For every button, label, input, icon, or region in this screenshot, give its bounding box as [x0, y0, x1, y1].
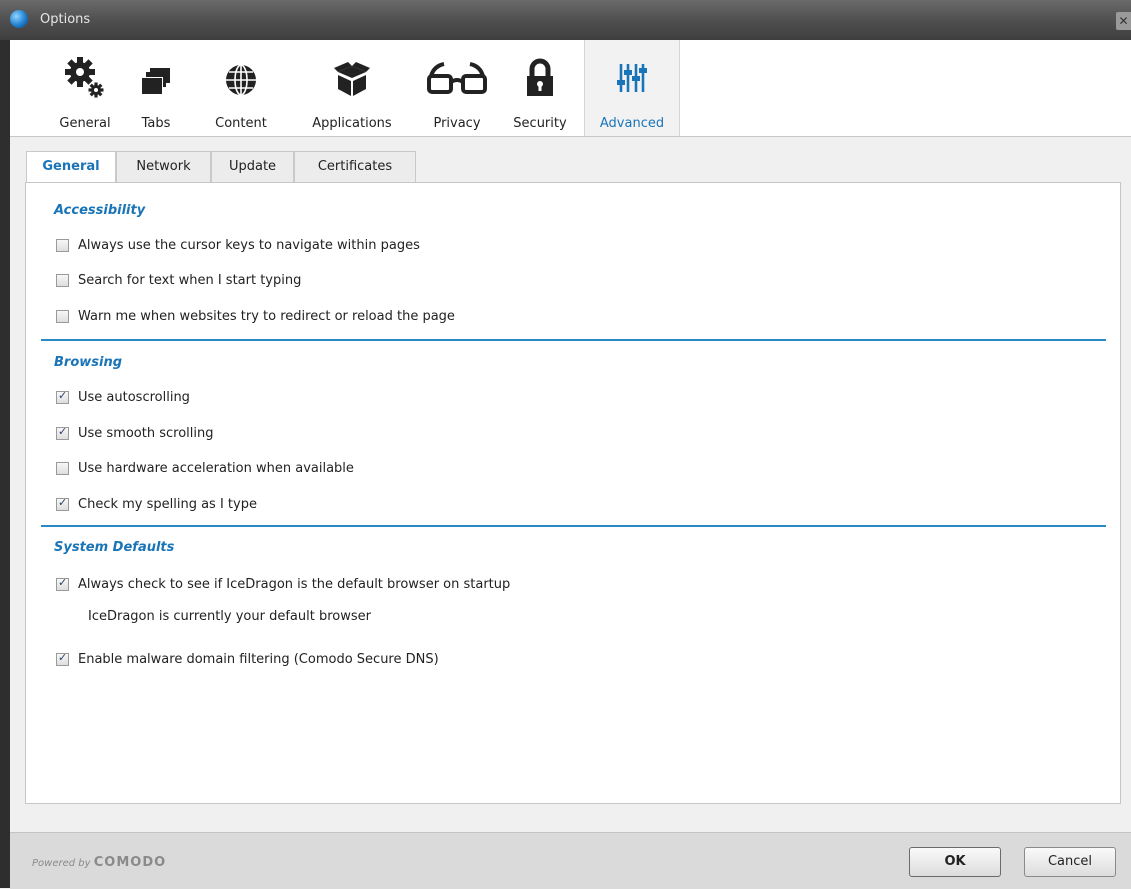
option-label: Use smooth scrolling: [78, 425, 214, 441]
tab-certificates[interactable]: Certificates: [294, 151, 416, 183]
toolbar-security[interactable]: Security: [504, 40, 576, 136]
toolbar-label: Content: [215, 116, 267, 131]
box-icon: [300, 54, 404, 98]
ok-button[interactable]: OK: [909, 847, 1001, 877]
toolbar-tabs[interactable]: Tabs: [126, 40, 186, 136]
option-label: Warn me when websites try to redirect or…: [78, 308, 455, 324]
option-smooth-scrolling[interactable]: Use smooth scrolling: [56, 423, 214, 443]
tab-general[interactable]: General: [26, 151, 116, 185]
option-autoscrolling[interactable]: Use autoscrolling: [56, 387, 190, 407]
dialog-footer: Powered by COMODO OK Cancel: [10, 832, 1131, 889]
powered-by-text: Powered by: [32, 858, 91, 869]
window-frame-left: [0, 40, 10, 888]
section-title-accessibility: Accessibility: [54, 203, 146, 218]
checkbox[interactable]: [56, 461, 69, 475]
gears-icon: [50, 54, 120, 98]
option-label: Always use the cursor keys to navigate w…: [78, 237, 420, 253]
option-search-text[interactable]: Search for text when I start typing: [56, 270, 301, 290]
toolbar-label: Applications: [312, 116, 392, 131]
option-hardware-acceleration[interactable]: Use hardware acceleration when available: [56, 458, 354, 478]
section-divider: [41, 525, 1106, 527]
checkbox[interactable]: [56, 238, 69, 252]
option-label: Check my spelling as I type: [78, 496, 257, 512]
cancel-button[interactable]: Cancel: [1024, 847, 1116, 877]
sliders-icon: [585, 54, 679, 98]
option-label: Always check to see if IceDragon is the …: [78, 576, 511, 592]
option-label: Search for text when I start typing: [78, 272, 302, 288]
icedragon-logo-icon: [10, 10, 28, 28]
toolbar-label: Advanced: [599, 116, 665, 131]
default-browser-status: IceDragon is currently your default brow…: [88, 609, 371, 624]
tab-update[interactable]: Update: [211, 151, 294, 183]
close-button[interactable]: ✕: [1116, 12, 1131, 30]
powered-by-comodo: Powered by COMODO: [32, 855, 166, 870]
checkbox[interactable]: [56, 389, 69, 404]
toolbar-label: Privacy: [433, 116, 481, 131]
title-bar[interactable]: Options ✕: [0, 0, 1131, 40]
options-window: Options ✕ General Tabs Content Applicati…: [0, 0, 1131, 889]
toolbar-advanced[interactable]: Advanced: [584, 40, 680, 136]
close-icon: ✕: [1118, 14, 1129, 28]
options-toolbar: General Tabs Content Applications Privac…: [10, 40, 1131, 137]
checkbox[interactable]: [56, 425, 69, 440]
toolbar-content[interactable]: Content: [206, 40, 276, 136]
option-label: Use hardware acceleration when available: [78, 460, 354, 476]
checkbox[interactable]: [56, 576, 69, 591]
toolbar-privacy[interactable]: Privacy: [422, 40, 492, 136]
toolbar-general[interactable]: General: [50, 40, 120, 136]
lock-icon: [504, 54, 576, 98]
section-divider: [41, 339, 1106, 341]
comodo-logo: COMODO: [93, 855, 167, 870]
option-label: Use autoscrolling: [78, 389, 190, 405]
window-title: Options: [40, 12, 91, 27]
checkbox[interactable]: [56, 496, 69, 511]
checkbox[interactable]: [56, 309, 69, 323]
toolbar-label: Tabs: [141, 116, 171, 131]
globe-icon: [206, 54, 276, 98]
general-settings-panel: Accessibility Always use the cursor keys…: [25, 182, 1121, 804]
option-default-browser-check[interactable]: Always check to see if IceDragon is the …: [56, 574, 510, 594]
glasses-icon: [422, 54, 492, 98]
option-cursor-keys[interactable]: Always use the cursor keys to navigate w…: [56, 235, 420, 255]
option-warn-redirect[interactable]: Warn me when websites try to redirect or…: [56, 306, 455, 326]
section-title-system-defaults: System Defaults: [54, 540, 175, 555]
option-malware-filtering[interactable]: Enable malware domain filtering (Comodo …: [56, 649, 439, 669]
option-label: Enable malware domain filtering (Comodo …: [78, 651, 439, 667]
tab-network[interactable]: Network: [116, 151, 211, 183]
checkbox[interactable]: [56, 651, 69, 666]
toolbar-label: Security: [513, 116, 567, 131]
toolbar-label: General: [59, 116, 111, 131]
checkbox[interactable]: [56, 273, 69, 287]
tabs-icon: [126, 54, 186, 98]
toolbar-applications[interactable]: Applications: [300, 40, 404, 136]
option-spell-check[interactable]: Check my spelling as I type: [56, 494, 257, 514]
section-title-browsing: Browsing: [54, 355, 123, 370]
